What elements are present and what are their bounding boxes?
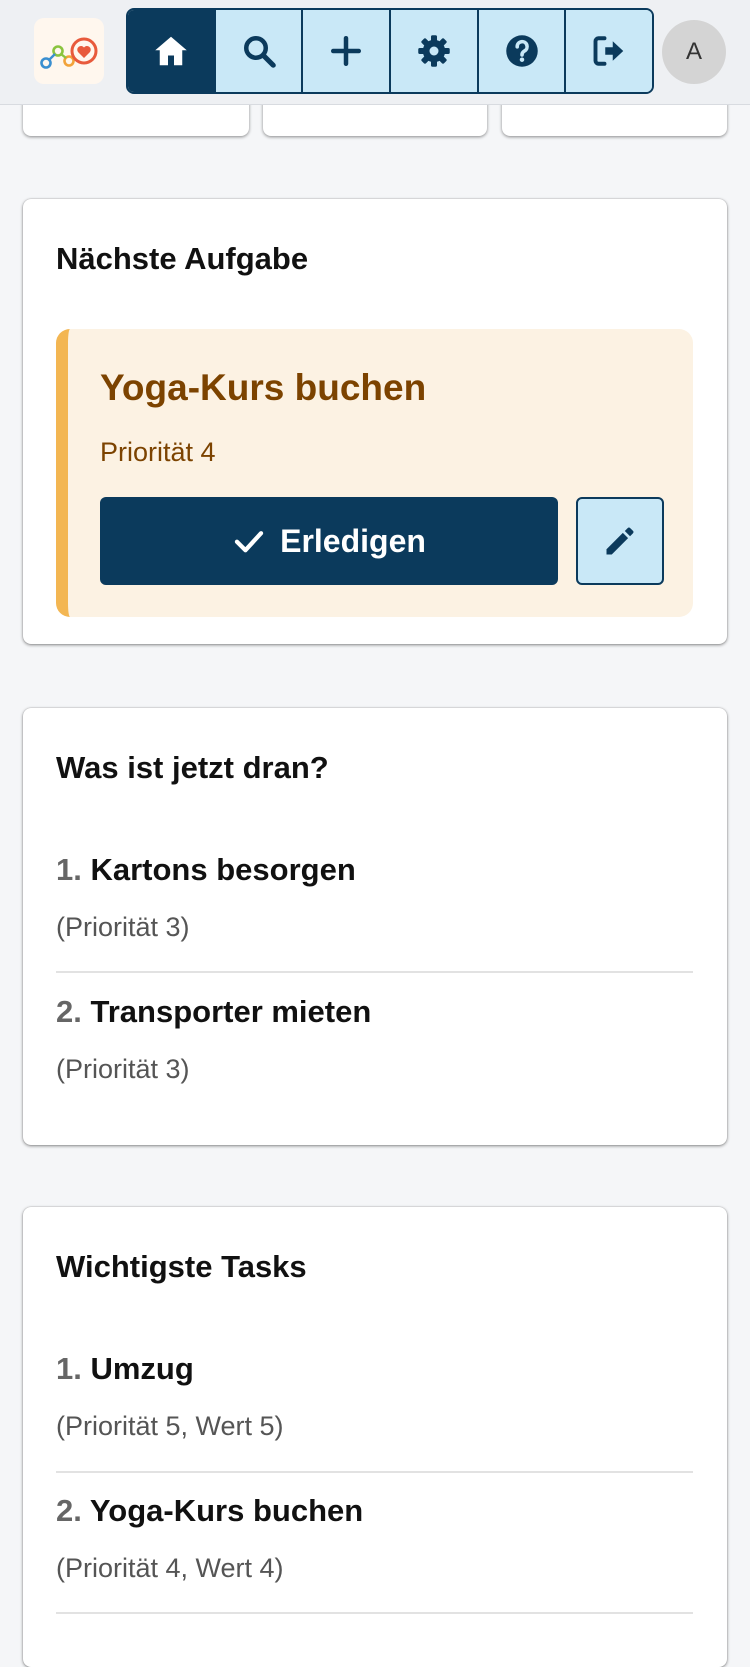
item-name: Transporter mieten: [90, 994, 372, 1029]
gear-icon: [418, 35, 450, 67]
item-detail: (Priorität 3): [56, 1054, 190, 1084]
nav-search-button[interactable]: [213, 10, 302, 92]
stat-card: [263, 100, 487, 136]
complete-task-label: Erledigen: [280, 522, 426, 559]
divider: [56, 971, 693, 973]
search-icon: [243, 36, 276, 68]
logo-icon: [40, 37, 98, 69]
avatar-initial: A: [685, 38, 702, 65]
list-item[interactable]: 1. Umzug (Priorität 5, Wert 5): [56, 1351, 693, 1442]
item-name: Umzug: [90, 1351, 194, 1386]
nav-add-button[interactable]: [301, 10, 390, 92]
top-bar: A: [0, 0, 750, 105]
next-task-heading: Nächste Aufgabe: [56, 241, 309, 276]
nav-logout-button[interactable]: [564, 10, 652, 92]
item-number: 1.: [56, 1351, 82, 1386]
item-detail: (Priorität 3): [56, 912, 190, 942]
top-tasks-heading: Wichtigste Tasks: [56, 1249, 307, 1284]
next-task-priority: Priorität 4: [100, 437, 216, 467]
list-item[interactable]: 1. Kartons besorgen (Priorität 3): [56, 852, 693, 943]
user-avatar[interactable]: A: [662, 20, 726, 84]
list-item[interactable]: 2. Transporter mieten (Priorität 3): [56, 994, 693, 1085]
item-number: 2.: [56, 994, 82, 1029]
complete-task-button[interactable]: Erledigen: [100, 497, 558, 585]
item-number: 2.: [56, 1493, 82, 1528]
next-task-title: Yoga-Kurs buchen: [100, 367, 427, 408]
item-number: 1.: [56, 852, 82, 887]
edit-task-button[interactable]: [576, 497, 664, 585]
item-name: Yoga-Kurs buchen: [89, 1493, 364, 1528]
nav-home-button[interactable]: [128, 10, 214, 92]
stat-card: [23, 100, 249, 136]
top-tasks-card: Wichtigste Tasks 1. Umzug (Priorität 5, …: [23, 1207, 727, 1667]
divider: [56, 1471, 693, 1473]
check-icon: [234, 531, 264, 553]
plus-icon: [331, 36, 362, 66]
list-item[interactable]: 2. Yoga-Kurs buchen (Priorität 4, Wert 4…: [56, 1493, 693, 1584]
item-name: Kartons besorgen: [90, 852, 356, 887]
sign-out-icon: [593, 36, 624, 66]
divider: [56, 1612, 693, 1614]
pencil-icon: [606, 527, 634, 555]
now-due-card: Was ist jetzt dran? 1. Kartons besorgen …: [23, 708, 727, 1145]
main-nav: [126, 8, 654, 94]
next-task-highlight: Yoga-Kurs buchen Priorität 4 Erledigen: [56, 329, 693, 617]
home-icon: [155, 36, 187, 66]
stat-card: [502, 100, 727, 136]
item-detail: (Priorität 4, Wert 4): [56, 1553, 284, 1583]
app-logo[interactable]: [34, 18, 104, 84]
now-due-heading: Was ist jetzt dran?: [56, 750, 329, 785]
next-task-card: Nächste Aufgabe Yoga-Kurs buchen Priorit…: [23, 199, 727, 644]
nav-settings-button[interactable]: [389, 10, 477, 92]
item-detail: (Priorität 5, Wert 5): [56, 1411, 284, 1441]
question-circle-icon: [505, 35, 538, 67]
nav-help-button[interactable]: [476, 10, 565, 92]
